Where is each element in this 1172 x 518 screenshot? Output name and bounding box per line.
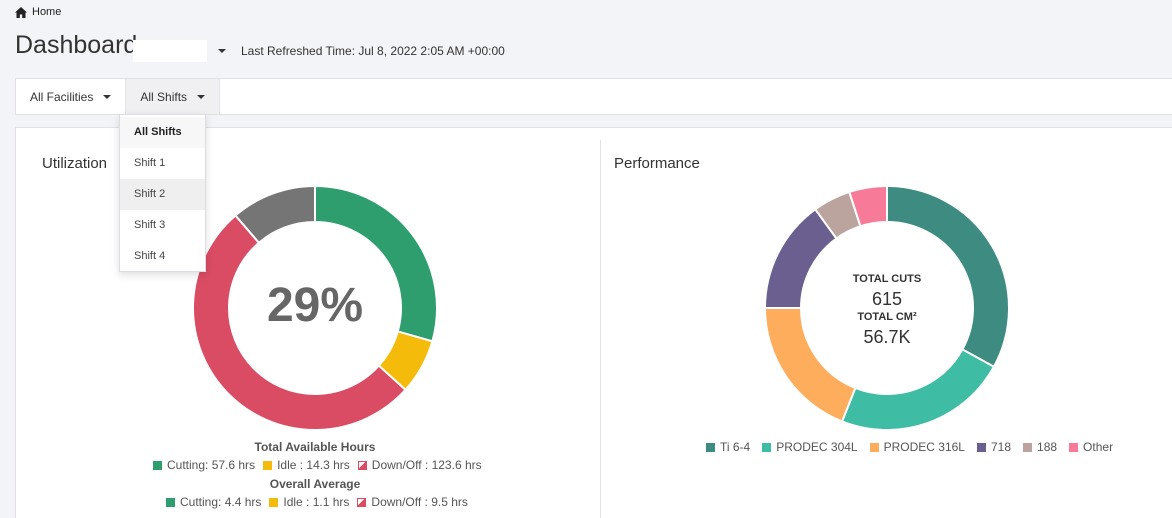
legend-188[interactable]: 188 bbox=[1023, 440, 1057, 454]
performance-slice-prodec-304l[interactable] bbox=[840, 348, 996, 431]
down-swatch bbox=[357, 497, 367, 507]
188-swatch bbox=[1023, 442, 1033, 452]
legend-prodec316-label: PRODEC 316L bbox=[883, 440, 965, 454]
performance-slice-prodec-316l[interactable] bbox=[763, 307, 857, 423]
panel-divider bbox=[600, 140, 601, 518]
legend-718-label: 718 bbox=[990, 440, 1012, 454]
legend-avg-idle-label: Idle : 1.1 hrs bbox=[283, 495, 350, 509]
legend-avg-down: Down/Off : 9.5 hrs bbox=[357, 495, 468, 509]
legend-other-label: Other bbox=[1083, 440, 1114, 454]
cutting-swatch bbox=[153, 460, 162, 470]
prodec316-swatch bbox=[869, 442, 879, 452]
legend-718[interactable]: 718 bbox=[976, 440, 1012, 454]
legend-avg-idle: Idle : 1.1 hrs bbox=[269, 495, 349, 509]
legend-avg-cutting: Cutting: 4.4 hrs bbox=[166, 495, 261, 509]
legend-down-label: Down/Off : 123.6 hrs bbox=[371, 458, 482, 472]
cutting-swatch bbox=[166, 497, 175, 507]
total-hours-legend: Cutting: 57.6 hrs Idle : 14.3 hrs Down/O… bbox=[153, 458, 482, 472]
page-title: Dashboard bbox=[15, 31, 138, 59]
shift-filter-label: All Shifts bbox=[140, 89, 188, 104]
legend-cutting-label: Cutting: 57.6 hrs bbox=[167, 458, 256, 472]
legend-idle-label: Idle : 14.3 hrs bbox=[277, 458, 350, 472]
legend-cutting: Cutting: 57.6 hrs bbox=[153, 458, 255, 472]
legend-other[interactable]: Other bbox=[1069, 440, 1113, 454]
shift-option-3[interactable]: Shift 3 bbox=[120, 210, 205, 241]
dashboard-selector[interactable] bbox=[133, 40, 207, 62]
total-cuts-value: 615 bbox=[871, 289, 903, 309]
legend-avg-cutting-label: Cutting: 4.4 hrs bbox=[180, 495, 262, 509]
utilization-title: Utilization bbox=[42, 155, 108, 172]
shift-option-all[interactable]: All Shifts bbox=[120, 117, 205, 148]
home-icon bbox=[15, 6, 27, 18]
total-cuts-label: TOTAL CUTS bbox=[852, 273, 922, 285]
total-cm-label: TOTAL CM² bbox=[857, 311, 917, 323]
legend-prodec316[interactable]: PRODEC 316L bbox=[869, 440, 965, 454]
idle-swatch bbox=[269, 497, 279, 507]
total-hours-heading: Total Available Hours bbox=[254, 440, 376, 454]
overall-average-legend: Cutting: 4.4 hrs Idle : 1.1 hrs Down/Off… bbox=[166, 495, 468, 509]
breadcrumb[interactable]: Home bbox=[15, 6, 61, 18]
shift-option-2[interactable]: Shift 2 bbox=[120, 179, 205, 210]
chevron-down-icon bbox=[197, 94, 206, 99]
chevron-down-icon bbox=[103, 94, 112, 99]
shift-dropdown-menu: All Shifts Shift 1 Shift 2 Shift 3 Shift… bbox=[119, 114, 206, 272]
legend-188-label: 188 bbox=[1037, 440, 1058, 454]
legend-prodec304-label: PRODEC 304L bbox=[776, 440, 858, 454]
shift-option-4[interactable]: Shift 4 bbox=[120, 241, 205, 272]
overall-average-heading: Overall Average bbox=[269, 477, 361, 491]
facility-filter[interactable]: All Facilities bbox=[16, 79, 127, 114]
total-cm-value: 56.7K bbox=[863, 327, 911, 347]
other-swatch bbox=[1069, 442, 1079, 452]
718-swatch bbox=[976, 442, 986, 452]
performance-legend: Ti 6-4 PRODEC 304L PRODEC 316L 718 188 O… bbox=[706, 440, 1113, 454]
legend-ti64-label: Ti 6-4 bbox=[720, 440, 751, 454]
prodec304-swatch bbox=[762, 442, 772, 452]
shift-option-1[interactable]: Shift 1 bbox=[120, 148, 205, 179]
shift-filter[interactable]: All Shifts bbox=[126, 79, 221, 114]
legend-avg-down-label: Down/Off : 9.5 hrs bbox=[371, 495, 468, 509]
facility-filter-label: All Facilities bbox=[30, 89, 94, 104]
legend-down: Down/Off : 123.6 hrs bbox=[357, 458, 482, 472]
chevron-down-icon[interactable] bbox=[218, 49, 226, 53]
legend-ti64[interactable]: Ti 6-4 bbox=[706, 440, 750, 454]
filter-bar: All Facilities All Shifts bbox=[15, 78, 1172, 115]
legend-prodec304[interactable]: PRODEC 304L bbox=[762, 440, 858, 454]
down-swatch bbox=[357, 460, 367, 470]
ti64-swatch bbox=[706, 442, 715, 452]
breadcrumb-home-label: Home bbox=[32, 6, 62, 18]
performance-title: Performance bbox=[614, 155, 700, 172]
last-refreshed-time: Last Refreshed Time: Jul 8, 2022 2:05 AM… bbox=[241, 44, 505, 58]
idle-swatch bbox=[263, 460, 273, 470]
legend-idle: Idle : 14.3 hrs bbox=[263, 458, 350, 472]
utilization-percentage: 29% bbox=[266, 279, 364, 332]
